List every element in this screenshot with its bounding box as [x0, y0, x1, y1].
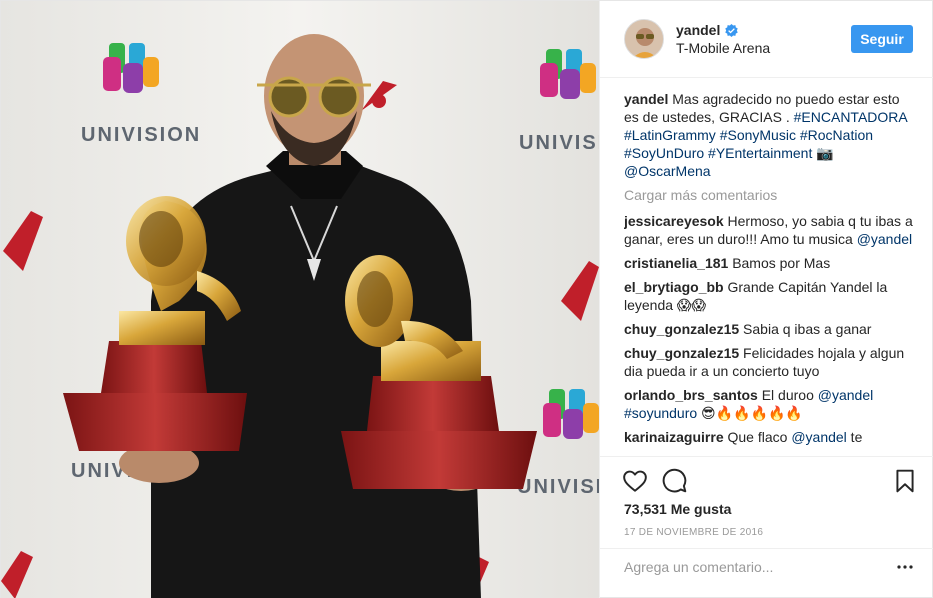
- hashtag-link[interactable]: #YEntertainment: [708, 145, 812, 161]
- username-row: yandel: [676, 21, 851, 39]
- load-more-comments[interactable]: Cargar más comentarios: [624, 186, 914, 204]
- svg-text:UNIVISION: UNIVISION: [517, 476, 599, 498]
- svg-text:UNIVISION: UNIVISION: [519, 132, 599, 154]
- post-header: yandel T-Mobile Arena Seguir: [600, 1, 933, 78]
- instagram-post: UNIVISION UNIVISION UNIVISION UNIVISION: [0, 0, 933, 598]
- comment-username[interactable]: orlando_brs_santos: [624, 387, 758, 403]
- camera-emoji: 📷: [816, 145, 834, 161]
- verified-badge-icon: [725, 23, 739, 37]
- mention-link[interactable]: @yandel: [818, 387, 873, 403]
- mention-link[interactable]: @OscarMena: [624, 163, 711, 179]
- comment-item: chuy_gonzalez15 Sabia q ibas a ganar: [624, 320, 914, 338]
- comment-item: jessicareyesok Hermoso, yo sabia q tu ib…: [624, 212, 914, 248]
- photo-illustration: UNIVISION UNIVISION UNIVISION UNIVISION: [1, 1, 599, 598]
- comment-item: karinaizaguirre Que flaco @yandel te: [624, 428, 914, 446]
- bookmark-icon[interactable]: [892, 468, 918, 494]
- comment-input[interactable]: [624, 558, 897, 575]
- post-caption: yandel Mas agradecido no puedo estar est…: [624, 90, 914, 180]
- username-link[interactable]: yandel: [676, 21, 720, 39]
- hashtag-link[interactable]: #SoyUnDuro: [624, 145, 704, 161]
- comment-username[interactable]: karinaizaguirre: [624, 429, 724, 445]
- comment-item: chuy_gonzalez15 Felicidades hojala y alg…: [624, 344, 914, 380]
- comment-emoji: 😎🔥🔥🔥🔥🔥: [697, 405, 803, 421]
- comments-list[interactable]: yandel Mas agradecido no puedo estar est…: [624, 90, 914, 456]
- comment-bubble-icon[interactable]: [662, 468, 688, 494]
- heart-icon[interactable]: [622, 468, 648, 494]
- location-link[interactable]: T-Mobile Arena: [676, 39, 851, 57]
- hashtag-link[interactable]: #soyunduro: [624, 405, 697, 421]
- avatar-image: [625, 20, 663, 58]
- hashtag-link[interactable]: #LatinGrammy: [624, 127, 716, 143]
- more-dots-icon[interactable]: [897, 559, 913, 575]
- backdrop-logo-text: UNIVISION: [81, 124, 201, 146]
- comment-item: el_brytiago_bb Grande Capitán Yandel la …: [624, 278, 914, 314]
- hashtag-link[interactable]: #SonyMusic: [720, 127, 796, 143]
- post-photo[interactable]: UNIVISION UNIVISION UNIVISION UNIVISION: [1, 1, 599, 598]
- comment-username[interactable]: jessicareyesok: [624, 213, 724, 229]
- comment-text: El duroo: [761, 387, 818, 403]
- comment-username[interactable]: el_brytiago_bb: [624, 279, 724, 295]
- hashtag-link[interactable]: #RocNation: [800, 127, 873, 143]
- comment-text: Que flaco: [727, 429, 792, 445]
- comment-username[interactable]: cristianelia_181: [624, 255, 728, 271]
- post-actions: 73,531 Me gusta 17 DE NOVIEMBRE DE 2016: [600, 456, 933, 584]
- post-side-panel: yandel T-Mobile Arena Seguir yandel Mas …: [599, 1, 933, 598]
- comment-item: orlando_brs_santos El duroo @yandel #soy…: [624, 386, 914, 422]
- action-icons: [622, 468, 914, 494]
- comment-item: cristianelia_181 Bamos por Mas: [624, 254, 914, 272]
- comment-username[interactable]: chuy_gonzalez15: [624, 345, 739, 361]
- mention-link[interactable]: @yandel: [791, 429, 846, 445]
- likes-count[interactable]: 73,531 Me gusta: [624, 501, 731, 517]
- comment-text: te: [846, 429, 863, 445]
- comment-text: Sabia q ibas a ganar: [743, 321, 872, 337]
- post-date: 17 DE NOVIEMBRE DE 2016: [624, 527, 764, 538]
- hashtag-link[interactable]: #ENCANTADORA: [794, 109, 907, 125]
- comment-username[interactable]: chuy_gonzalez15: [624, 321, 739, 337]
- comment-text: Bamos por Mas: [732, 255, 831, 271]
- post-header-text: yandel T-Mobile Arena: [676, 21, 851, 57]
- mention-link[interactable]: @yandel: [857, 231, 912, 247]
- add-comment-bar: [600, 548, 933, 584]
- follow-button[interactable]: Seguir: [851, 25, 913, 53]
- caption-username[interactable]: yandel: [624, 91, 668, 107]
- avatar[interactable]: [624, 19, 664, 59]
